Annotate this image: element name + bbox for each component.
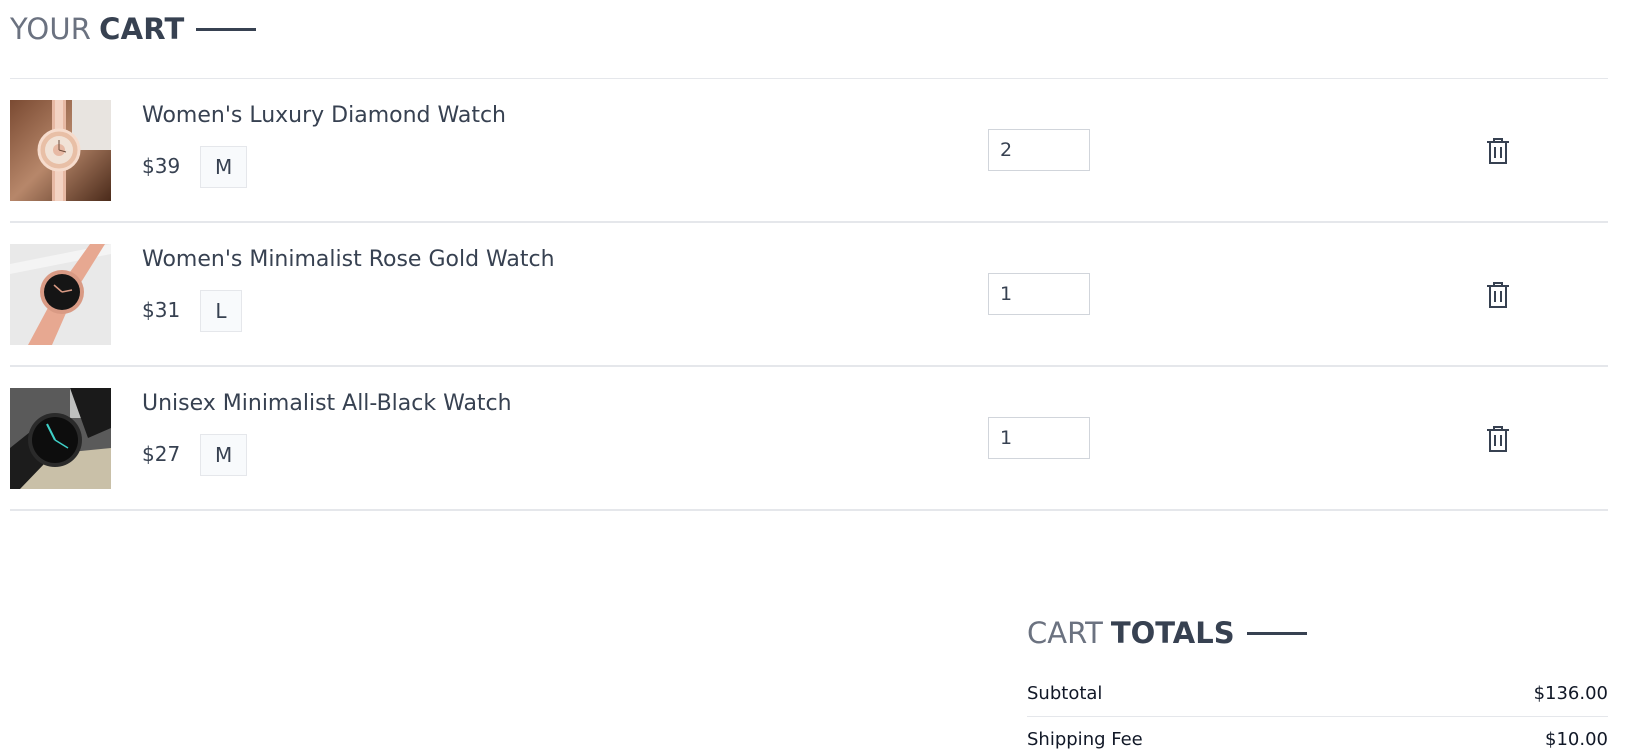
size-badge: L	[200, 290, 242, 332]
cart-item: Women's Luxury Diamond Watch $39 M	[10, 79, 1608, 223]
trash-icon	[1487, 426, 1509, 452]
product-price: $27	[142, 442, 181, 466]
page-title-light: YOUR	[10, 12, 92, 46]
delete-item-button[interactable]	[1483, 136, 1513, 166]
product-price: $31	[142, 298, 181, 322]
cart-item: Unisex Minimalist All-Black Watch $27 M	[10, 367, 1608, 511]
delete-item-button[interactable]	[1483, 280, 1513, 310]
product-name[interactable]: Unisex Minimalist All-Black Watch	[142, 391, 512, 416]
shipping-fee-row: Shipping Fee $10.00	[1027, 717, 1608, 755]
subtotal-label: Subtotal	[1027, 683, 1103, 704]
trash-icon	[1487, 282, 1509, 308]
page-title-bold: CART	[99, 12, 185, 46]
cart-item: Women's Minimalist Rose Gold Watch $31 L	[10, 223, 1608, 367]
product-price: $39	[142, 154, 181, 178]
quantity-input[interactable]	[988, 273, 1090, 315]
totals-title-light: CART	[1027, 616, 1103, 650]
shipping-fee-value: $10.00	[1545, 729, 1608, 750]
totals-title-bold: TOTALS	[1110, 616, 1235, 650]
product-name[interactable]: Women's Luxury Diamond Watch	[142, 103, 506, 128]
subtotal-value: $136.00	[1533, 683, 1608, 704]
subtotal-row: Subtotal $136.00	[1027, 671, 1608, 717]
cart-totals-title: CART TOTALS	[1027, 614, 1307, 652]
quantity-input[interactable]	[988, 417, 1090, 459]
trash-icon	[1487, 138, 1509, 164]
quantity-input[interactable]	[988, 129, 1090, 171]
product-image-rose-gold-watch[interactable]	[10, 244, 111, 345]
size-badge: M	[200, 146, 248, 188]
shipping-fee-label: Shipping Fee	[1027, 729, 1143, 750]
product-name[interactable]: Women's Minimalist Rose Gold Watch	[142, 247, 555, 272]
product-image-black-watch[interactable]	[10, 388, 111, 489]
product-image-diamond-watch[interactable]	[10, 100, 111, 201]
page-title: YOUR CART	[10, 10, 257, 48]
cart-totals-table: Subtotal $136.00 Shipping Fee $10.00	[1027, 671, 1608, 755]
cart-list: Women's Luxury Diamond Watch $39 M 2 Wom…	[10, 78, 1608, 511]
title-divider-line	[1246, 631, 1307, 635]
title-divider-line	[196, 27, 257, 31]
size-badge: M	[200, 434, 248, 476]
delete-item-button[interactable]	[1483, 424, 1513, 454]
